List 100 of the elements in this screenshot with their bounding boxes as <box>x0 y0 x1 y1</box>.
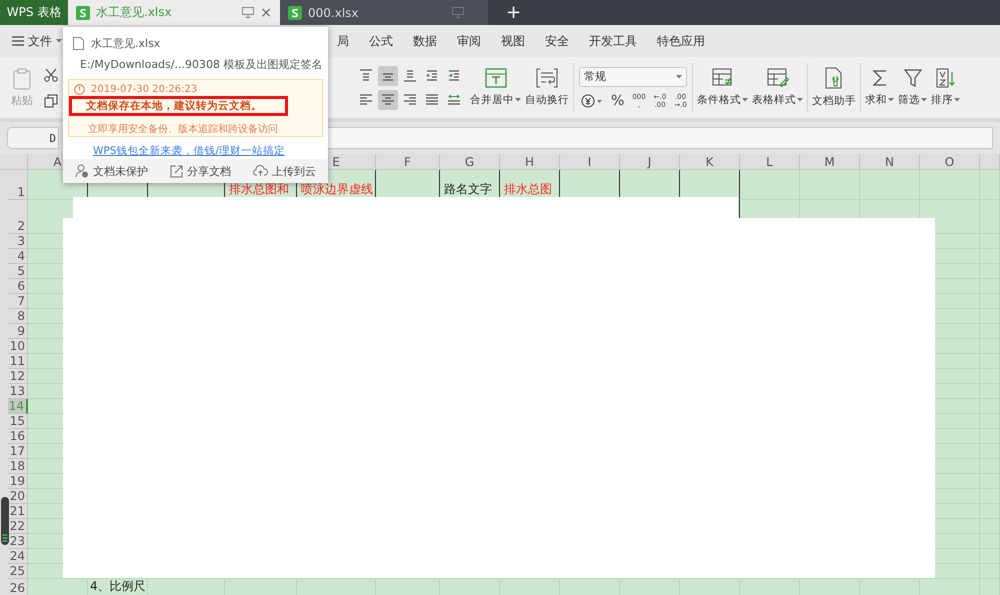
column-header[interactable]: J <box>620 154 680 170</box>
button-label: 文档助手 <box>812 94 856 108</box>
row-header[interactable]: 9 <box>8 324 28 339</box>
row-header[interactable]: 11 <box>8 354 28 369</box>
button-label: 求和 <box>865 93 887 107</box>
file-menu[interactable]: 文件 <box>12 32 62 50</box>
align-center-button[interactable] <box>378 90 398 110</box>
currency-icon[interactable] <box>581 94 603 108</box>
row-header[interactable]: 21 <box>8 504 28 519</box>
row-header[interactable]: 5 <box>8 264 28 279</box>
document-tab[interactable]: 000.xlsx <box>280 0 488 25</box>
helper-button[interactable]: 文档助手 <box>810 57 858 118</box>
cut-icon[interactable] <box>44 68 58 82</box>
align-indent-icon <box>446 68 462 83</box>
align-left-icon <box>358 92 374 107</box>
caret-icon <box>676 74 682 78</box>
align-outdent-icon <box>424 68 440 83</box>
align-distribute-icon <box>446 92 462 107</box>
column-header[interactable]: N <box>860 154 920 170</box>
filter-button[interactable]: 筛选 <box>896 57 929 118</box>
spreadsheet-icon <box>76 6 90 20</box>
menu-item[interactable]: 局 <box>337 32 349 50</box>
tab-title: 水工意见.xlsx <box>96 4 173 21</box>
row-header[interactable]: 2 <box>8 200 28 234</box>
table-cell <box>980 170 1000 200</box>
merge-button[interactable]: 合并居中 <box>468 57 523 118</box>
align-middle-button[interactable] <box>378 66 398 86</box>
table-button[interactable]: 表格样式 <box>750 57 805 118</box>
column-header[interactable]: O <box>920 154 980 170</box>
name-box[interactable]: D <box>7 127 59 149</box>
menu-item[interactable]: 数据 <box>413 32 437 50</box>
table-style-icon <box>766 68 788 88</box>
button-label: 表格样式 <box>752 93 796 107</box>
align-right-icon <box>402 92 418 107</box>
row-header[interactable]: 3 <box>8 234 28 249</box>
row-header[interactable]: 17 <box>8 444 28 459</box>
row-header[interactable]: 24 <box>8 549 28 564</box>
save-time: 2019-07-30 20:26:23 <box>91 83 198 96</box>
menu-item[interactable]: 视图 <box>501 32 525 50</box>
row-header[interactable]: 12 <box>8 369 28 384</box>
align-center-icon <box>380 92 396 107</box>
column-header[interactable]: G <box>440 154 500 170</box>
row-header[interactable]: 1 <box>8 170 28 200</box>
document-tab[interactable]: 水工意见.xlsx × <box>68 0 280 25</box>
menu-item[interactable]: 审阅 <box>457 32 481 50</box>
sort-button[interactable]: 排序 <box>929 57 962 118</box>
clock-icon <box>74 84 85 95</box>
menu-item[interactable]: 公式 <box>369 32 393 50</box>
conditional-button[interactable]: 条件格式 <box>695 57 750 118</box>
document-wrench-icon <box>824 67 844 89</box>
row-header[interactable]: 18 <box>8 459 28 474</box>
copy-icon[interactable] <box>44 94 58 108</box>
button-label: 筛选 <box>898 93 920 107</box>
app-tab[interactable]: WPS 表格 <box>0 0 68 25</box>
file-name: 水工意见.xlsx <box>91 36 160 51</box>
row-header[interactable]: 16 <box>8 429 28 444</box>
align-justify-icon <box>424 92 440 107</box>
button-label: 自动换行 <box>525 93 569 107</box>
column-header[interactable]: L <box>740 154 800 170</box>
merge-cells-icon <box>484 68 506 88</box>
monitor-icon[interactable] <box>242 7 254 18</box>
row-header[interactable]: 7 <box>8 294 28 309</box>
notice-detail: 立即享用安全备份、版本追踪和跨设备访问 <box>87 123 278 136</box>
row-header[interactable]: 6 <box>8 279 28 294</box>
percent-button[interactable]: % <box>611 92 624 108</box>
row-header[interactable]: 20 <box>8 489 28 504</box>
new-tab-button[interactable]: + <box>502 0 526 25</box>
row-header[interactable]: 13 <box>8 384 28 399</box>
row-header[interactable]: 26 <box>8 579 28 595</box>
row-header[interactable]: 10 <box>8 339 28 354</box>
user-lock-icon <box>75 164 89 178</box>
row-header[interactable]: 15 <box>8 414 28 429</box>
caret-icon <box>56 39 62 43</box>
tab-title: 000.xlsx <box>308 6 360 20</box>
column-header[interactable]: M <box>800 154 860 170</box>
document-icon <box>73 37 84 50</box>
row-header[interactable]: 4 <box>8 249 28 264</box>
row-header[interactable]: 22 <box>8 519 28 534</box>
close-icon[interactable]: × <box>260 4 272 20</box>
column-header[interactable]: I <box>560 154 620 170</box>
scroll-handle[interactable] <box>1 497 9 545</box>
sum-button[interactable]: 求和 <box>863 57 896 118</box>
promo-link[interactable]: WPS钱包全新来袭，借钱/理财一站搞定 <box>93 144 285 158</box>
align-bottom-icon <box>402 68 418 83</box>
column-header[interactable]: F <box>376 154 440 170</box>
column-header[interactable]: H <box>500 154 560 170</box>
row-header[interactable]: 25 <box>8 564 28 579</box>
file-path: E:/MyDownloads/...90308 模板及出图规定签名 <box>80 57 322 72</box>
menu-item[interactable]: 开发工具 <box>589 32 637 50</box>
wrap-button[interactable]: 自动换行 <box>523 57 571 118</box>
align-top-icon <box>358 68 374 83</box>
number-format-dropdown[interactable]: 常规 <box>579 66 687 86</box>
column-header[interactable]: K <box>680 154 740 170</box>
row-header[interactable]: 8 <box>8 309 28 324</box>
menu-item[interactable]: 安全 <box>545 32 569 50</box>
menu-icon <box>12 36 24 46</box>
row-header[interactable]: 19 <box>8 474 28 489</box>
notice-title: 文档保存在本地，建议转为云文档。 <box>86 99 262 113</box>
row-header[interactable]: 23 <box>8 534 28 549</box>
menu-item[interactable]: 特色应用 <box>657 32 705 50</box>
